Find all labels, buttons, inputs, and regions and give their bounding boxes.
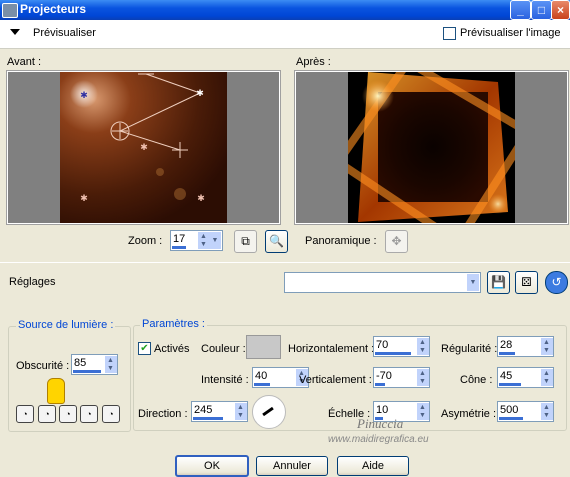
direction-label: Direction : (138, 408, 188, 420)
random-dice-icon[interactable]: ⚄ (515, 271, 538, 294)
save-preset-icon[interactable]: 💾 (487, 271, 510, 294)
regularity-label: Régularité : (441, 343, 498, 355)
reset-icon[interactable]: ↺ (545, 271, 568, 294)
cancel-button[interactable]: Annuler (256, 456, 328, 476)
minimize-button[interactable]: _ (510, 0, 531, 20)
zoom-fit-icon[interactable]: ⧉ (234, 230, 257, 253)
app-icon (2, 3, 18, 18)
zoom-bar (172, 246, 186, 249)
color-label: Couleur : (201, 343, 246, 355)
after-preview-image (348, 72, 515, 223)
regularity-bar (499, 352, 515, 355)
direction-bar (193, 417, 223, 420)
vertical-spinner[interactable]: -70 ▲ ▼ (373, 367, 430, 388)
watermark-name: Pinuccia (357, 416, 404, 431)
svg-text:✱: ✱ (80, 193, 88, 203)
active-checkbox[interactable]: ✔ (138, 342, 151, 355)
asymmetry-bar (499, 417, 523, 420)
svg-text:✱: ✱ (80, 90, 88, 100)
preview-label: Prévisualiser (33, 27, 96, 39)
divider (0, 262, 570, 263)
active-label: Activés (154, 343, 190, 355)
horizontal-stepper[interactable]: ▲ ▼ (416, 338, 429, 355)
asymmetry-label: Asymétrie : (441, 408, 497, 420)
asymmetry-value: 500 (500, 404, 519, 416)
zoom-spinner[interactable]: 17 ▲ ▼ ▼ (170, 230, 223, 251)
zoom-label: Zoom : (128, 235, 163, 247)
vertical-value: -70 (376, 370, 392, 382)
scale-stepper[interactable]: ▲ ▼ (416, 403, 429, 420)
ok-button[interactable]: OK (175, 455, 249, 477)
regularity-spinner[interactable]: 28 ▲ ▼ (497, 336, 554, 357)
horizontal-value: 70 (376, 339, 389, 351)
after-preview-panel (294, 70, 569, 225)
vertical-label: Verticalement : (299, 374, 372, 386)
direction-spinner[interactable]: 245 ▲ ▼ (191, 401, 248, 422)
svg-text:✱: ✱ (197, 193, 205, 203)
vertical-bar (375, 383, 385, 386)
maximize-button[interactable]: □ (531, 0, 552, 20)
window-title: Projecteurs (20, 2, 87, 16)
help-button[interactable]: Aide (337, 456, 409, 476)
pan-icon[interactable]: ✥ (385, 230, 408, 253)
before-label: Avant : (7, 56, 42, 68)
darkness-spinner[interactable]: 85 ▲ ▼ (71, 354, 118, 375)
cone-label: Cône : (460, 374, 493, 386)
settings-dropdown-icon[interactable]: ▼ (467, 274, 479, 291)
intensity-bar (254, 383, 270, 386)
direction-value: 245 (194, 404, 213, 416)
cone-bar (499, 383, 521, 386)
close-button[interactable]: × (551, 0, 570, 20)
darkness-label: Obscurité : (16, 360, 70, 372)
horizontal-label: Horizontalement : (288, 343, 375, 355)
watermark-url: www.maidiregrafica.eu (328, 434, 429, 445)
light-4-icon[interactable]: ◔ (80, 405, 98, 423)
asymmetry-spinner[interactable]: 500 ▲ ▼ (497, 401, 554, 422)
preview-row: Prévisualiser Prévisualiser l'image (0, 20, 570, 49)
zoom-dropdown-icon[interactable]: ▼ (209, 232, 221, 249)
horizontal-spinner[interactable]: 70 ▲ ▼ (373, 336, 430, 357)
vertical-stepper[interactable]: ▲ ▼ (416, 369, 429, 386)
light-1-icon[interactable]: ◔ (16, 405, 34, 423)
light-2-icon[interactable]: ◔ (38, 405, 56, 423)
zoom-lens-icon[interactable]: 🔍 (265, 230, 288, 253)
before-preview-image[interactable]: ✱ ✱ ✱ ✱ ✱ (60, 72, 227, 223)
darkness-bar (73, 370, 101, 373)
preview-image-label: Prévisualiser l'image (460, 27, 561, 39)
title-bar: Projecteurs _ □ × (0, 0, 570, 20)
zoom-value: 17 (173, 233, 186, 245)
after-label: Après : (296, 56, 331, 68)
collapse-arrow-icon[interactable] (10, 29, 20, 35)
light-3-icon[interactable]: ◔ (59, 405, 77, 423)
before-preview-panel: ✱ ✱ ✱ ✱ ✱ (6, 70, 281, 225)
direction-stepper[interactable]: ▲ ▼ (234, 403, 247, 420)
regularity-value: 28 (500, 339, 513, 351)
params-title: Paramètres : (140, 318, 207, 330)
darkness-value: 85 (74, 357, 87, 369)
light-source-title: Source de lumière : (16, 319, 116, 331)
color-swatch[interactable] (246, 335, 281, 359)
direction-dial[interactable] (252, 395, 286, 429)
intensity-value: 40 (255, 370, 268, 382)
settings-dropdown[interactable]: ▼ (284, 272, 481, 293)
asymmetry-stepper[interactable]: ▲ ▼ (540, 403, 553, 420)
svg-text:✱: ✱ (140, 142, 148, 152)
cone-stepper[interactable]: ▲ ▼ (540, 369, 553, 386)
preview-image-checkbox[interactable] (443, 27, 456, 40)
horizontal-bar (375, 352, 411, 355)
regularity-stepper[interactable]: ▲ ▼ (540, 338, 553, 355)
light-5-icon[interactable]: ◔ (102, 405, 120, 423)
darkness-stepper[interactable]: ▲ ▼ (104, 356, 117, 373)
settings-label: Réglages (9, 276, 56, 288)
intensity-label: Intensité : (201, 374, 249, 386)
cone-value: 45 (500, 370, 513, 382)
cone-spinner[interactable]: 45 ▲ ▼ (497, 367, 554, 388)
direction-dial-needle (262, 406, 274, 417)
pan-label: Panoramique : (305, 235, 377, 247)
pointer-hand-icon (47, 378, 65, 404)
scale-value: 10 (376, 404, 389, 416)
svg-text:✱: ✱ (196, 88, 204, 98)
